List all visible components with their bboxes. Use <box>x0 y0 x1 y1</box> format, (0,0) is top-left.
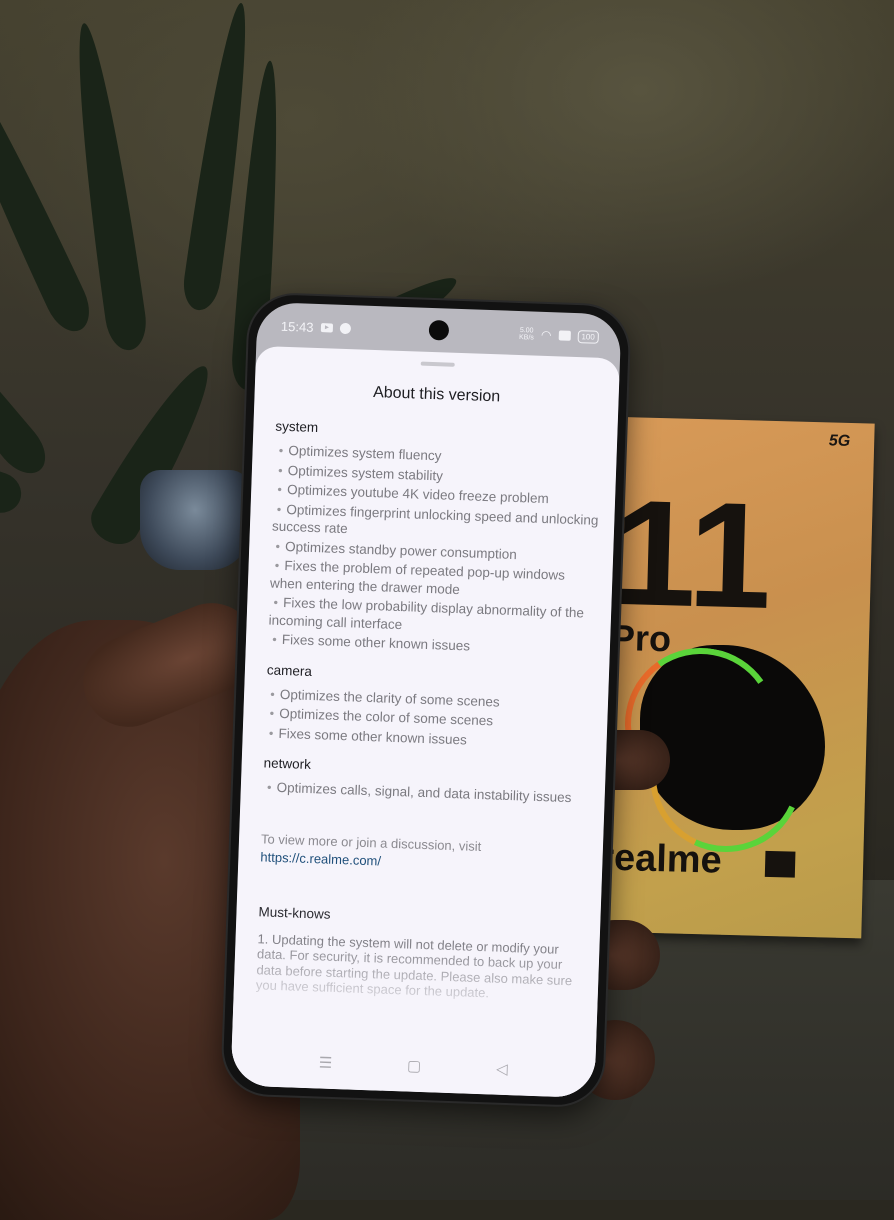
battery-icon: 100 <box>577 329 600 344</box>
visit-text: To view more or join a discussion, visit… <box>260 830 589 877</box>
menu-icon[interactable]: ☰ <box>318 1053 332 1071</box>
section-camera: camera Optimizes the clarity of some sce… <box>264 662 595 753</box>
section-system: system Optimizes system fluency Optimize… <box>268 419 604 660</box>
network-speed-unit: KB/s <box>518 334 534 342</box>
spotify-icon <box>339 322 351 334</box>
box-model-number: 11 <box>611 467 774 640</box>
flower-pot <box>140 470 250 570</box>
sheet-title: About this version <box>372 383 501 406</box>
home-icon[interactable]: ▢ <box>407 1057 422 1075</box>
phone: 15:43 5.00 KB/s ◠ 100 About this version… <box>222 293 630 1107</box>
network-speed: 5.00 KB/s <box>518 327 534 342</box>
sheet-drag-handle[interactable] <box>420 361 455 367</box>
section-heading: camera <box>266 661 313 679</box>
box-model-suffix: Pro <box>610 616 672 660</box>
section-heading: network <box>263 755 312 773</box>
status-time: 15:43 <box>280 318 314 335</box>
about-version-sheet: About this version system Optimizes syst… <box>230 345 621 1099</box>
sim-icon <box>558 330 571 341</box>
box-logo-text <box>800 852 857 879</box>
must-knows-heading: Must-knows <box>258 903 331 922</box>
phone-screen: 15:43 5.00 KB/s ◠ 100 About this version… <box>230 301 622 1099</box>
list-item: Optimizes calls, signal, and data instab… <box>263 778 591 807</box>
section-network: network Optimizes calls, signal, and dat… <box>263 755 592 807</box>
community-link[interactable]: https://c.realme.com/ <box>260 849 381 868</box>
box-5g-badge: 5G <box>828 432 851 450</box>
wifi-icon: ◠ <box>540 327 552 343</box>
changelog-content[interactable]: system Optimizes system fluency Optimize… <box>256 409 604 1005</box>
section-heading: system <box>275 418 319 436</box>
back-icon[interactable]: ◁ <box>496 1060 508 1078</box>
box-logo-icon <box>764 850 796 878</box>
youtube-icon <box>320 322 333 333</box>
